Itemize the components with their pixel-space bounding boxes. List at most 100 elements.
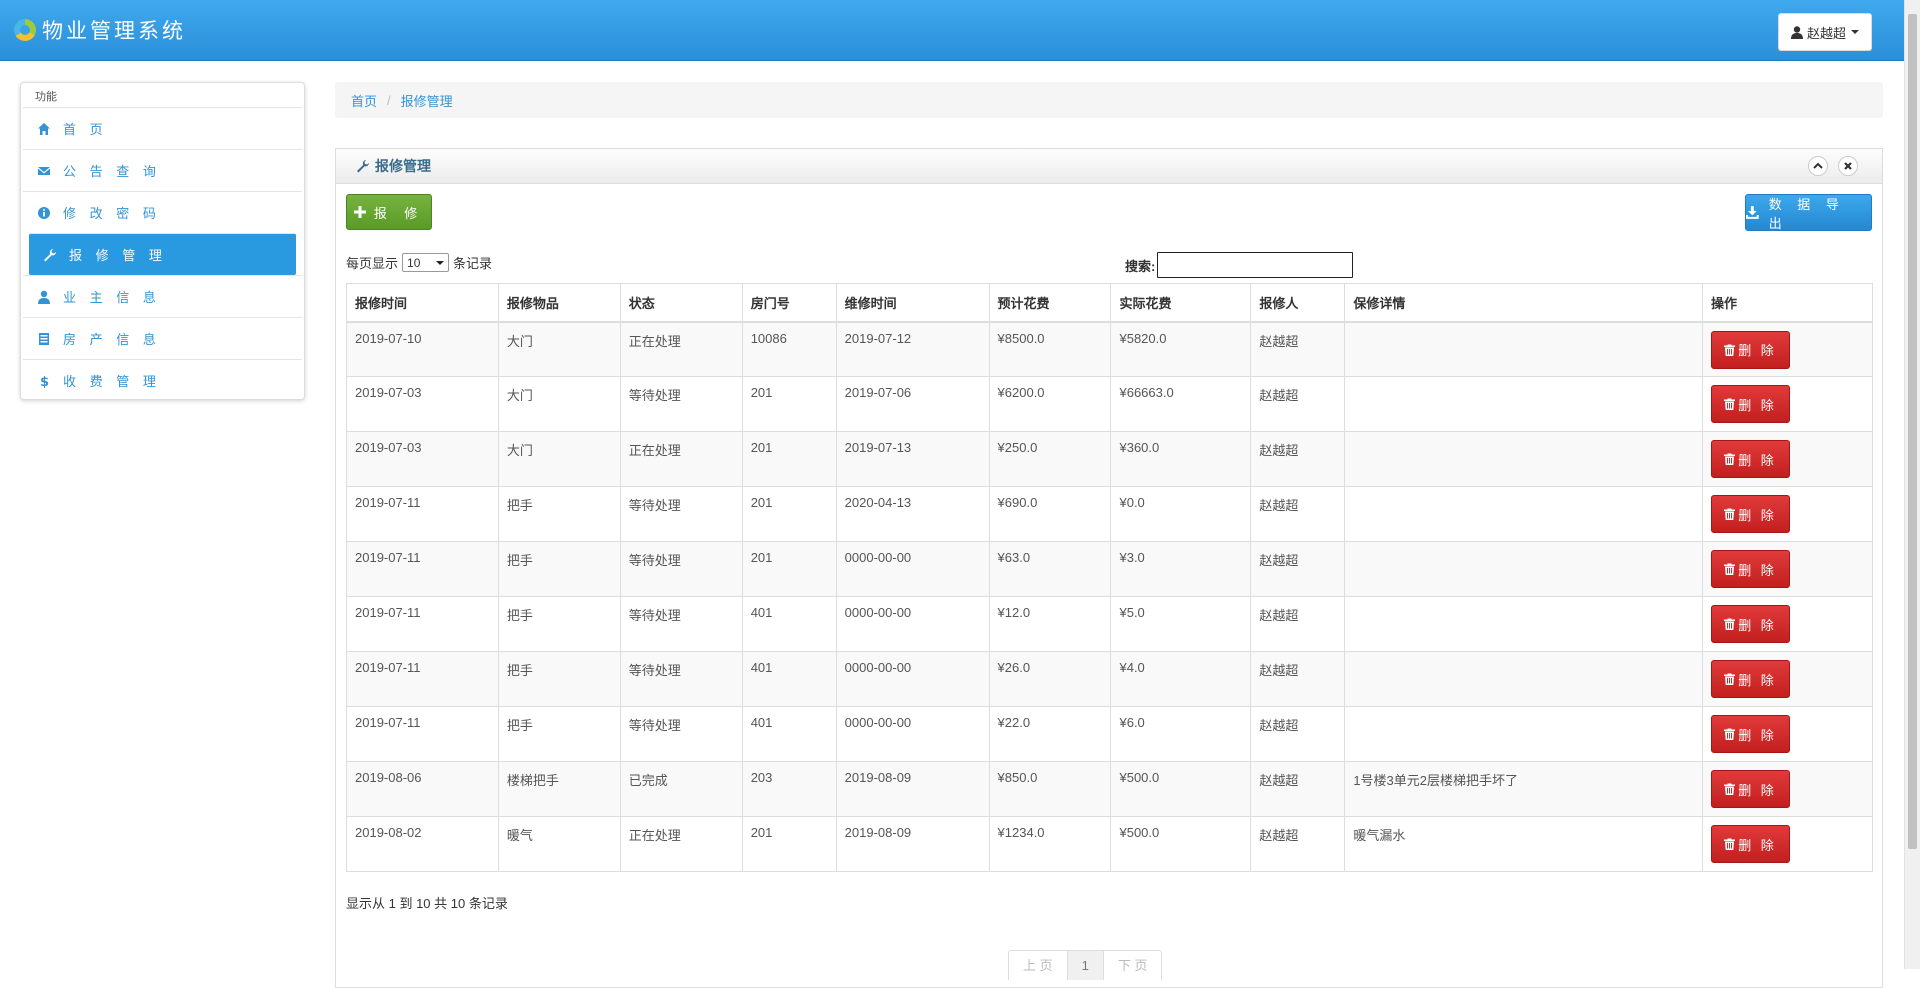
table-cell: ¥850.0 (988, 761, 1112, 817)
sidebar-item-repair[interactable]: 报 修 管 理 (29, 233, 296, 275)
home-icon (38, 122, 50, 135)
wrench-icon (44, 248, 56, 261)
sidebar-item-fees[interactable]: $ 收 费 管 理 (23, 359, 302, 401)
table-cell: 201 (741, 486, 837, 542)
table-cell: 2019-07-11 (346, 486, 499, 542)
column-header[interactable]: 实际花费 (1110, 283, 1252, 323)
column-header[interactable]: 报修物品 (497, 283, 621, 323)
table-row: 2019-07-10 大门 正在处理 10086 2019-07-12 ¥8500.0 ¥5… (346, 321, 1873, 377)
delete-label: 删 除 (1738, 507, 1777, 523)
sidebar-item-owner[interactable]: 业 主 信 息 (23, 275, 302, 317)
table-cell: 2019-07-11 (346, 541, 499, 597)
trash-icon (1724, 838, 1736, 850)
breadcrumb-current[interactable]: 报修管理 (401, 91, 453, 110)
user-icon (1790, 25, 1803, 39)
column-header[interactable]: 预计花费 (988, 283, 1112, 323)
sidebar-item-notice[interactable]: 公 告 查 询 (23, 149, 302, 191)
scrollbar-thumb[interactable] (1908, 14, 1917, 849)
svg-text:$: $ (40, 375, 51, 388)
table-header-row: 报修时间 报修物品 状态 房门号 维修时间 预计花费 实际花费 报修人 保修详情… (346, 283, 1873, 323)
delete-label: 删 除 (1738, 562, 1777, 578)
table-cell: ¥5820.0 (1110, 321, 1252, 377)
brand[interactable]: 物业管理系统 (14, 14, 186, 46)
table-cell-actions: 删 除 (1702, 596, 1873, 652)
table-cell: 把手 (497, 706, 621, 762)
column-header[interactable]: 房门号 (741, 283, 837, 323)
add-repair-button[interactable]: 报 修 (346, 194, 432, 230)
table-cell (1344, 706, 1703, 762)
table-cell: ¥6200.0 (988, 376, 1112, 432)
length-suffix: 条记录 (453, 256, 493, 271)
next-page-button[interactable]: 下 页 (1104, 951, 1162, 980)
table-cell: 10086 (741, 321, 837, 377)
table-cell: 赵越超 (1250, 486, 1346, 542)
table-cell: ¥0.0 (1110, 486, 1252, 542)
table-cell: 等待处理 (619, 596, 743, 652)
top-navbar: 物业管理系统 赵越超 (0, 0, 1904, 61)
table-cell (1344, 651, 1703, 707)
table-cell: 0000-00-00 (835, 651, 990, 707)
table-cell: 2019-08-09 (835, 761, 990, 817)
table-cell: 等待处理 (619, 651, 743, 707)
collapse-button[interactable] (1808, 156, 1828, 176)
delete-button[interactable]: 删 除 (1711, 330, 1790, 369)
page-length-control: 每页显示 10 条记录 (346, 253, 492, 272)
sidebar-item-label: 业 主 信 息 (63, 290, 161, 305)
delete-button[interactable]: 删 除 (1711, 550, 1790, 588)
delete-button[interactable]: 删 除 (1711, 660, 1790, 698)
user-name: 赵越超 (1806, 25, 1846, 41)
table-cell: 暖气漏水 (1344, 816, 1703, 872)
add-repair-label: 报 修 (373, 205, 425, 221)
table-cell: 赵越超 (1250, 816, 1346, 872)
table-cell: 2020-04-13 (835, 486, 990, 542)
table-cell: 赵越超 (1250, 376, 1346, 432)
breadcrumb-home[interactable]: 首页 (351, 91, 377, 110)
table-cell: 201 (741, 376, 837, 432)
column-header[interactable]: 维修时间 (835, 283, 990, 323)
column-header[interactable]: 状态 (619, 283, 743, 323)
column-header[interactable]: 报修时间 (346, 283, 499, 323)
delete-button[interactable]: 删 除 (1711, 770, 1790, 808)
export-data-button[interactable]: 数 据 导 出 (1745, 194, 1872, 231)
table-cell: 赵越超 (1250, 431, 1346, 487)
sidebar-item-password[interactable]: 修 改 密 码 (23, 191, 302, 233)
sidebar-item-label: 报 修 管 理 (69, 248, 167, 263)
search-input[interactable] (1157, 252, 1354, 278)
page-length-select[interactable]: 10 (402, 253, 450, 272)
delete-label: 删 除 (1738, 837, 1777, 853)
table-row: 2019-07-11 把手 等待处理 201 0000-00-00 ¥63.0 ¥3.0 赵越… (346, 541, 1873, 597)
user-menu-button[interactable]: 赵越超 (1777, 13, 1872, 51)
trash-icon (1724, 783, 1736, 795)
delete-button[interactable]: 删 除 (1711, 385, 1790, 423)
table-info: 显示从 1 到 10 共 10 条记录 (346, 896, 508, 911)
close-button[interactable] (1838, 156, 1858, 176)
column-header[interactable]: 保修详情 (1344, 283, 1703, 323)
delete-button[interactable]: 删 除 (1711, 605, 1790, 643)
delete-button[interactable]: 删 除 (1711, 495, 1790, 533)
table-cell: ¥1234.0 (988, 816, 1112, 872)
table-cell: 等待处理 (619, 706, 743, 762)
table-row: 2019-07-11 把手 等待处理 401 0000-00-00 ¥12.0 ¥5.0 赵越… (346, 596, 1873, 652)
delete-button[interactable]: 删 除 (1711, 715, 1790, 753)
sidebar-item-home[interactable]: 首 页 (23, 107, 302, 149)
sidebar-item-label: 收 费 管 理 (63, 374, 161, 389)
column-header[interactable]: 操作 (1702, 283, 1873, 323)
delete-label: 删 除 (1738, 343, 1777, 358)
table-cell: 2019-07-06 (835, 376, 990, 432)
info-circle-icon (38, 206, 50, 219)
table-cell: 0000-00-00 (835, 596, 990, 652)
chevron-down-icon (1851, 30, 1859, 34)
delete-label: 删 除 (1738, 397, 1777, 413)
table-cell-actions: 删 除 (1702, 486, 1873, 542)
table-cell: ¥66663.0 (1110, 376, 1252, 432)
list-icon (39, 332, 49, 345)
table-cell (1344, 541, 1703, 597)
column-header[interactable]: 报修人 (1250, 283, 1346, 323)
vertical-scrollbar[interactable] (1904, 0, 1920, 969)
prev-page-button[interactable]: 上 页 (1009, 951, 1068, 980)
delete-button[interactable]: 删 除 (1711, 440, 1790, 478)
sidebar-item-property[interactable]: 房 产 信 息 (23, 317, 302, 359)
wrench-icon (357, 160, 369, 173)
page-1-button[interactable]: 1 (1067, 951, 1104, 980)
delete-button[interactable]: 删 除 (1711, 825, 1790, 863)
